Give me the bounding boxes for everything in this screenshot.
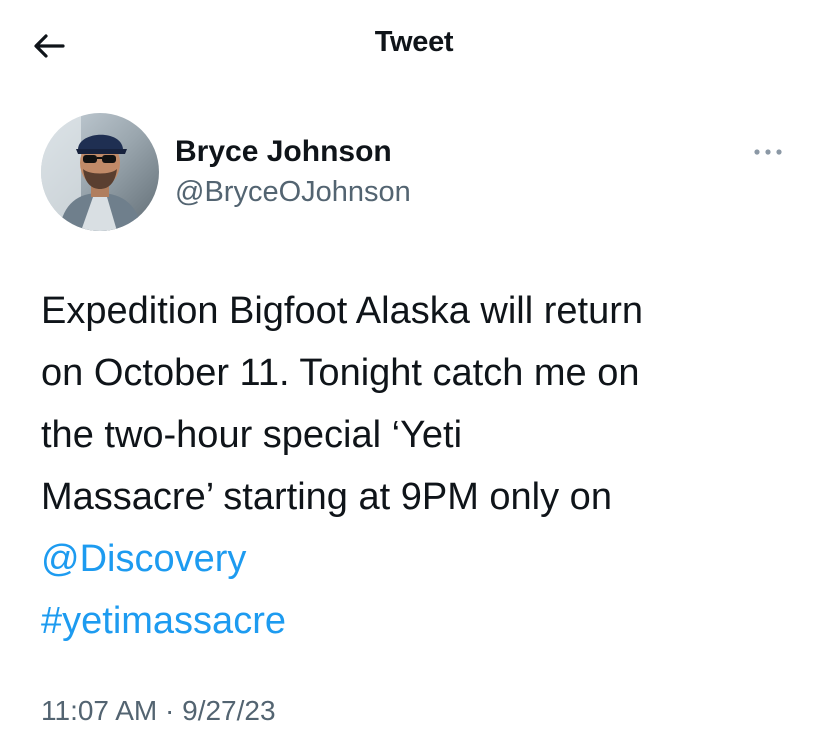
tweet-text-line: Massacre’ starting at 9PM only on [41,476,612,518]
tweet-header: Tweet [0,0,828,92]
separator-dot: · [165,695,175,726]
more-horizontal-icon [754,149,782,155]
tweet-text-line: on October 11. Tonight catch me on [41,352,640,394]
author-name[interactable]: Bryce Johnson [175,135,392,169]
page-title: Tweet [374,26,454,58]
tweet-timestamp[interactable]: 11:07 AM · 9/27/23 [41,695,276,727]
tweet-text-line: Expedition Bigfoot Alaska will return [41,290,643,332]
author-handle[interactable]: @BryceOJohnson [175,176,411,209]
profile-photo [41,113,159,231]
more-options-button[interactable] [748,138,788,166]
tweet-time: 11:07 AM [41,695,158,726]
tweet-text-line: the two-hour special ‘Yeti [41,414,463,456]
hashtag-link[interactable]: #yetimassacre [41,590,801,652]
mention-link[interactable]: @Discovery [41,528,801,590]
tweet-date: 9/27/23 [182,695,276,726]
avatar[interactable] [41,113,159,231]
tweet-body: Expedition Bigfoot Alaska will return on… [41,280,801,652]
